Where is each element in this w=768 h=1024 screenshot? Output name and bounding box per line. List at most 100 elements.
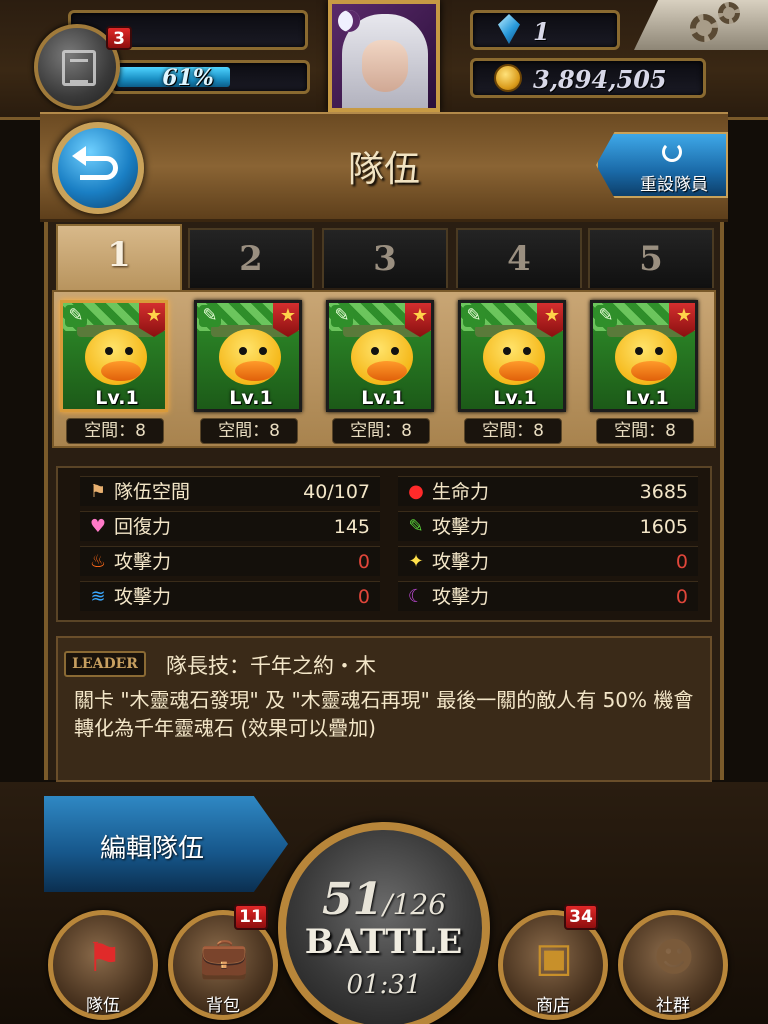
stat-label: 攻擊力 xyxy=(114,551,172,573)
stat-value: 0 xyxy=(357,551,370,573)
team-member-card[interactable]: ✎ ★ Lv.1 空間：8 xyxy=(590,300,706,444)
duck-beak xyxy=(235,361,275,381)
notification-badge: 11 xyxy=(234,904,268,930)
gem-counter[interactable]: 1 xyxy=(470,10,620,50)
red-flag-icon: ⚑ xyxy=(86,935,122,981)
nav-label: 背包 xyxy=(206,996,240,1016)
battle-stamina: 51/126 xyxy=(308,874,460,925)
level-icon xyxy=(62,50,96,86)
stat-label: 隊伍空間 xyxy=(114,481,191,503)
stat-row: ● 生命力 3685 xyxy=(398,476,698,506)
stat-row: ⚑ 隊伍空間 40/107 xyxy=(80,476,380,506)
stat-value: 1605 xyxy=(639,516,688,538)
gem-count: 1 xyxy=(533,17,550,46)
card-level: Lv.1 xyxy=(95,387,139,409)
duck-eye xyxy=(239,347,247,355)
flag-icon: ⚑ xyxy=(89,481,107,502)
card-level: Lv.1 xyxy=(625,387,669,409)
duck-eye xyxy=(259,347,267,355)
level-count-badge: 3 xyxy=(106,26,132,50)
duck-beak xyxy=(101,361,141,381)
team-member-card[interactable]: ✎ ★ Lv.1 空間：8 xyxy=(326,300,442,444)
people-icon: ☻ xyxy=(653,935,695,981)
card-level: Lv.1 xyxy=(361,387,405,409)
stat-value: 0 xyxy=(357,586,370,608)
team-tab-3[interactable]: 3 xyxy=(322,228,448,288)
avatar-face xyxy=(362,40,408,92)
card-space: 空間：8 xyxy=(596,418,694,444)
team-tab-1[interactable]: 1 xyxy=(56,224,182,290)
team-member-card[interactable]: ✎ ★ Lv.1 空間：8 xyxy=(194,300,310,444)
nav-label: 隊伍 xyxy=(86,996,120,1016)
card-level: Lv.1 xyxy=(493,387,537,409)
moon-icon xyxy=(338,10,360,32)
stat-value: 40/107 xyxy=(303,481,370,503)
nav-label: 商店 xyxy=(536,996,570,1016)
nav-label: 社群 xyxy=(656,996,690,1016)
stat-row: ☾ 攻擊力 0 xyxy=(398,581,698,611)
card-level: Lv.1 xyxy=(229,387,273,409)
card-portrait: ✎ ★ Lv.1 xyxy=(458,300,566,412)
fire-icon: ♨ xyxy=(89,551,107,572)
stat-value: 3685 xyxy=(639,481,688,503)
notification-badge: 34 xyxy=(564,904,598,930)
leader-tag: LEADER xyxy=(64,651,146,677)
wood-attribute-icon: ✎ xyxy=(65,305,87,327)
dark-icon: ☾ xyxy=(407,586,425,607)
card-portrait: ✎ ★ Lv.1 xyxy=(590,300,698,412)
duck-eye xyxy=(635,347,643,355)
team-tab-2[interactable]: 2 xyxy=(188,228,314,288)
stat-row: ♥ 回復力 145 xyxy=(80,511,380,541)
duck-eye xyxy=(655,347,663,355)
card-space: 空間：8 xyxy=(200,418,298,444)
duck-beak xyxy=(499,361,539,381)
reset-team-button[interactable]: 重設隊員 xyxy=(596,132,728,198)
battle-stamina-max: /126 xyxy=(383,888,447,921)
duck-eye xyxy=(105,347,113,355)
battle-timer: 01:31 xyxy=(346,970,422,1000)
light-icon: ✦ xyxy=(408,551,424,572)
stat-label: 攻擊力 xyxy=(114,586,172,608)
reset-icon xyxy=(662,142,682,162)
stat-row: ✦ 攻擊力 0 xyxy=(398,546,698,576)
card-space: 空間：8 xyxy=(66,418,164,444)
duck-beak xyxy=(367,361,407,381)
wood-attribute-icon: ✎ xyxy=(199,305,221,327)
stat-value: 145 xyxy=(333,516,370,538)
battle-label[interactable]: BATTLE xyxy=(300,922,468,962)
gear-icon xyxy=(690,14,718,42)
team-tab-4[interactable]: 4 xyxy=(456,228,582,288)
page-title: 隊伍 xyxy=(347,149,420,190)
card-space: 空間：8 xyxy=(464,418,562,444)
back-button[interactable] xyxy=(52,122,144,214)
coin-icon xyxy=(494,64,522,92)
back-arrow-head xyxy=(72,146,86,166)
wood-icon: ✎ xyxy=(408,516,424,537)
treasure-chest-icon: ▣ xyxy=(535,935,573,981)
stat-row: ≋ 攻擊力 0 xyxy=(80,581,380,611)
heart-icon: ♥ xyxy=(89,516,107,537)
nav-button[interactable]: ⚑ 隊伍 xyxy=(48,910,158,1020)
duck-beak xyxy=(631,361,671,381)
team-member-card[interactable]: ✎ ★ Lv.1 空間：8 xyxy=(458,300,574,444)
duck-eye xyxy=(523,347,531,355)
wood-attribute-icon: ✎ xyxy=(331,305,353,327)
wood-attribute-icon: ✎ xyxy=(463,305,485,327)
exp-bar: 61% xyxy=(110,60,310,94)
team-member-card[interactable]: ✎ ★ Lv.1 空間：8 xyxy=(60,300,176,444)
duck-eye xyxy=(503,347,511,355)
duck-eye xyxy=(391,347,399,355)
duck-eye xyxy=(371,347,379,355)
gear-icon xyxy=(718,2,740,24)
team-tab-5[interactable]: 5 xyxy=(588,228,714,288)
nav-button[interactable]: ☻ 社群 xyxy=(618,910,728,1020)
reset-team-label: 重設隊員 xyxy=(640,175,708,195)
card-portrait: ✎ ★ Lv.1 xyxy=(194,300,302,412)
stat-row: ♨ 攻擊力 0 xyxy=(80,546,380,576)
edit-team-label[interactable]: 編輯隊伍 xyxy=(100,828,204,865)
player-avatar[interactable] xyxy=(328,0,440,112)
battle-stamina-current: 51 xyxy=(321,874,384,925)
duck-eye xyxy=(125,347,133,355)
stat-value: 0 xyxy=(675,586,688,608)
leader-skill-description: 關卡 "木靈魂石發現" 及 "木靈魂石再現" 最後一關的敵人有 50% 機會轉化… xyxy=(74,688,694,740)
